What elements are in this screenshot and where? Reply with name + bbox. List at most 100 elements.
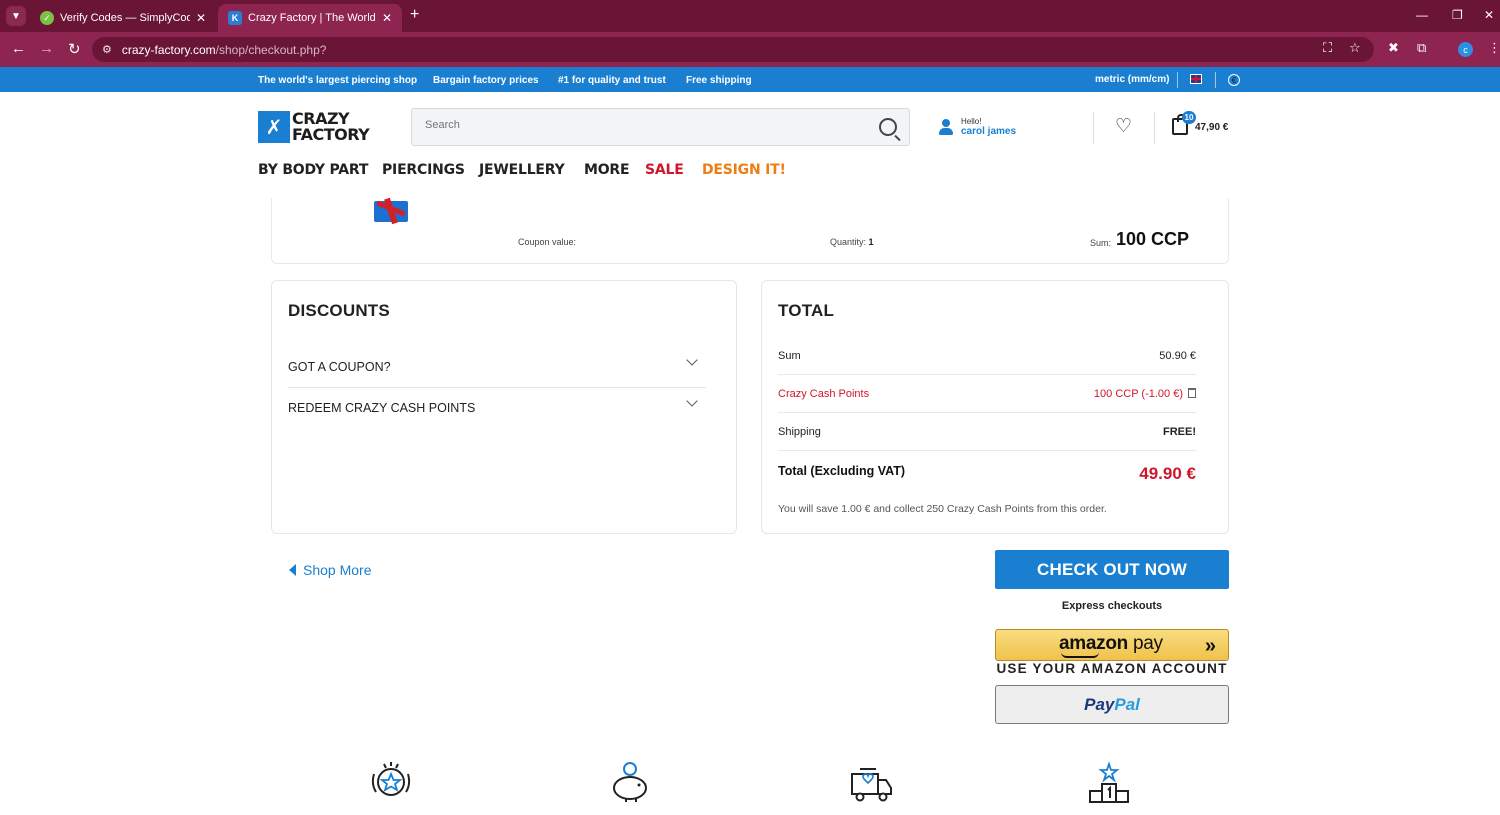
tab-simplycodes[interactable]: ✓ Verify Codes — SimplyCodes ✕ [30,4,216,32]
quantity-label: Quantity: 1 [830,237,874,247]
coupon-accordion[interactable]: GOT A COUPON? [288,354,706,400]
item-sum-value: 100 CCP [1116,229,1190,249]
discounts-card: DISCOUNTS GOT A COUPON? REDEEM CRAZY CAS… [271,280,737,534]
puzzle-icon[interactable]: ⧉ [1417,40,1426,56]
nav-by-body-part[interactable]: BY BODY PART [258,162,368,178]
url-host: crazy-factory.com [121,42,216,57]
savings-note: You will save 1.00 € and collect 250 Cra… [778,503,1107,515]
close-tab-icon[interactable]: ✕ [382,11,392,25]
ccp-value: 100 CCP (-1.00 €) [1093,388,1183,400]
site-info-icon[interactable]: ⚙ [102,43,112,56]
nav-design-it[interactable]: DESIGN IT! [702,162,786,178]
accordion-divider [288,387,706,388]
check-out-now-button[interactable]: CHECK OUT NOW [995,550,1229,589]
close-tab-icon[interactable]: ✕ [196,11,206,25]
crazy-factory-logo[interactable]: ✗ CRAZY FACTORY [258,111,370,143]
search-input[interactable] [425,119,865,131]
minimize-icon[interactable]: — [1416,8,1428,22]
amazon-brand-text: amazon [1059,633,1128,654]
nav-sale[interactable]: SALE [645,162,684,178]
new-tab-icon[interactable]: + [410,6,419,24]
item-sum-label: Sum: [1090,238,1112,248]
quality-award-icon [367,760,415,804]
total-sum-row: Sum 50.90 € [778,350,1196,362]
url-field[interactable]: ⚙ crazy-factory.com/shop/checkout.php? [92,37,1374,62]
promo-divider [1215,72,1216,88]
shop-more-link[interactable]: Shop More [289,562,371,578]
promo-bar: The world's largest piercing shop Bargai… [0,67,1500,92]
simplycodes-favicon-icon: ✓ [40,11,54,25]
extension-icon[interactable]: ✖ [1388,40,1399,56]
user-name-link[interactable]: carol james [961,126,1016,137]
promo-item: The world's largest piercing shop [258,75,418,86]
total-card: TOTAL Sum 50.90 € Crazy Cash Points 100 … [761,280,1229,534]
promo-item: Bargain factory prices [433,75,539,86]
bookmark-star-icon[interactable]: ☆ [1349,40,1361,56]
promo-divider [1177,72,1178,88]
menu-dots-icon[interactable]: ⋮ [1488,40,1500,56]
header-divider [1154,112,1155,144]
tab-search-icon[interactable]: ▼ [6,6,26,26]
search-box [411,108,910,146]
shipping-label: Shipping [778,426,821,438]
amazon-pay-button[interactable]: amazon pay » [995,629,1229,661]
ccp-label: Crazy Cash Points [778,388,870,400]
browser-tab-bar: ▼ ✓ Verify Codes — SimplyCodes ✕ K Crazy… [0,0,1500,32]
amazon-pay-text: pay [1132,633,1163,654]
trash-icon[interactable] [1188,388,1196,398]
redeem-ccp-accordion[interactable]: REDEEM CRAZY CASH POINTS [288,395,706,441]
units-selector[interactable]: metric (mm/cm) [1095,74,1169,85]
currency-icon[interactable]: € [1228,74,1240,86]
total-divider [778,374,1196,375]
cart-item-card: Coupon value: Quantity: 1 Sum: 100 CCP [271,197,1229,264]
nav-jewellery[interactable]: JEWELLERY [479,162,565,178]
crazy-factory-favicon-icon: K [228,11,242,25]
delivery-truck-icon [846,760,894,804]
nav-more[interactable]: MORE [584,162,630,178]
restore-icon[interactable]: ❐ [1452,8,1463,22]
promo-item: #1 for quality and trust [558,75,666,86]
tab-title: Verify Codes — SimplyCodes [60,12,190,24]
shipping-row: Shipping FREE! [778,426,1196,438]
logo-wordmark: CRAZY FACTORY [292,111,370,144]
caret-left-icon [289,564,296,576]
logo-line-2: FACTORY [292,125,370,144]
total-title: TOTAL [778,301,835,320]
nav-piercings[interactable]: PIERCINGS [382,162,465,178]
quantity-label-text: Quantity: [830,237,867,247]
paypal-logo: PayPal [996,695,1228,715]
header-divider [1093,112,1094,144]
ccp-value-group: 100 CCP (-1.00 €) [1094,388,1196,400]
wishlist-heart-icon[interactable]: ♡ [1115,117,1132,136]
back-icon[interactable]: ← [11,40,26,57]
amazon-account-label: USE YOUR AMAZON ACCOUNT [996,661,1228,676]
grand-total-value: 49.90 € [1139,464,1196,483]
number-one-podium-icon [1085,760,1133,804]
amazon-smile-icon [1061,652,1099,658]
gift-coupon-icon [372,197,410,225]
express-checkouts-label: Express checkouts [1061,600,1163,612]
translate-icon[interactable]: ⛶ [1323,40,1332,56]
sum-value: 50.90 € [1159,350,1196,362]
quantity-value: 1 [868,237,874,247]
tab-crazy-factory[interactable]: K Crazy Factory | The World's No. ✕ [218,4,402,32]
shop-more-label: Shop More [303,562,372,578]
profile-avatar[interactable]: c [1458,42,1473,57]
greeting: Hello! [961,117,982,126]
search-icon[interactable] [879,118,897,136]
paypal-button[interactable]: PayPal [995,685,1229,724]
redeem-ccp-label: REDEEM CRAZY CASH POINTS [288,401,476,415]
uk-flag-icon[interactable] [1190,74,1202,84]
shipping-value: FREE! [1163,426,1196,438]
cart-total[interactable]: 47,90 € [1195,122,1228,133]
discounts-title: DISCOUNTS [288,301,390,320]
forward-icon[interactable]: → [39,40,54,57]
tab-title: Crazy Factory | The World's No. [248,12,376,24]
reload-icon[interactable]: ↻ [68,40,81,58]
piggy-bank-icon [606,760,654,804]
grand-total-label: Total (Excluding VAT) [778,464,906,478]
coupon-accordion-label: GOT A COUPON? [288,360,391,374]
double-chevron-right-icon: » [1204,635,1216,657]
close-window-icon[interactable]: ✕ [1484,8,1494,22]
user-icon[interactable] [939,119,953,136]
